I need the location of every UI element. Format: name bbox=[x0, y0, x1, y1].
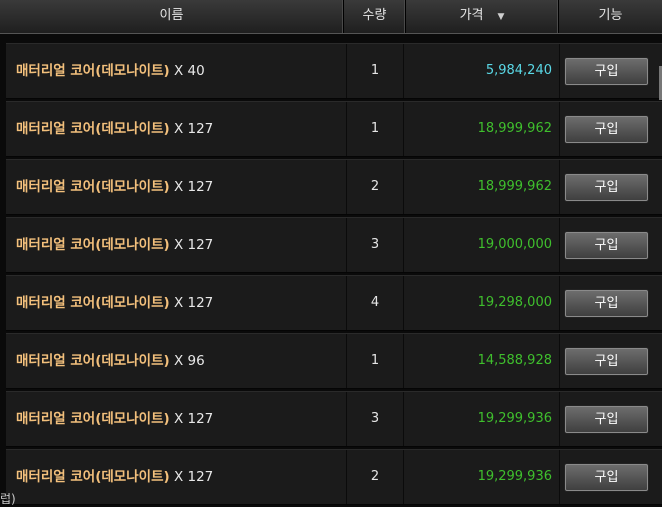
buy-button[interactable]: 구입 bbox=[565, 406, 648, 433]
buy-button[interactable]: 구입 bbox=[565, 232, 648, 259]
table-row[interactable]: 매터리얼 코어(데모나이트) X 40 1 5,984,240 구입 bbox=[6, 43, 662, 99]
column-header-quantity[interactable]: 수량 bbox=[344, 0, 406, 33]
item-name: 매터리얼 코어(데모나이트) bbox=[16, 237, 170, 253]
price-cell: 5,984,240 bbox=[485, 63, 552, 78]
quantity-cell: 3 bbox=[346, 218, 404, 272]
item-name: 매터리얼 코어(데모나이트) bbox=[16, 63, 170, 79]
table-row[interactable]: 매터리얼 코어(데모나이트) X 127 3 19,000,000 구입 bbox=[6, 217, 662, 273]
quantity-cell: 1 bbox=[346, 334, 404, 388]
buy-button[interactable]: 구입 bbox=[565, 290, 648, 317]
footer-text: 럽) bbox=[0, 492, 16, 506]
column-header-function: 기능 bbox=[598, 8, 623, 23]
price-cell: 18,999,962 bbox=[477, 121, 552, 136]
buy-button[interactable]: 구입 bbox=[565, 116, 648, 143]
quantity-cell: 4 bbox=[346, 276, 404, 330]
table-row[interactable]: 매터리얼 코어(데모나이트) X 96 1 14,588,928 구입 bbox=[6, 333, 662, 389]
table-header: 이름 수량 가격 ▼ 기능 bbox=[0, 0, 662, 34]
buy-button[interactable]: 구입 bbox=[565, 58, 648, 85]
price-cell: 19,000,000 bbox=[477, 237, 552, 252]
buy-button[interactable]: 구입 bbox=[565, 464, 648, 491]
quantity-cell: 1 bbox=[346, 44, 404, 98]
item-name: 매터리얼 코어(데모나이트) bbox=[16, 179, 170, 195]
function-cell: 구입 bbox=[559, 276, 662, 330]
table-row[interactable]: 매터리얼 코어(데모나이트) X 127 1 18,999,962 구입 bbox=[6, 101, 662, 157]
item-name: 매터리얼 코어(데모나이트) bbox=[16, 295, 170, 311]
item-count: X 127 bbox=[173, 237, 214, 253]
item-count: X 127 bbox=[173, 179, 214, 195]
item-name-cell: 매터리얼 코어(데모나이트) X 127 bbox=[6, 102, 344, 156]
quantity-cell: 1 bbox=[346, 102, 404, 156]
function-cell: 구입 bbox=[559, 392, 662, 446]
function-cell: 구입 bbox=[559, 160, 662, 214]
item-name: 매터리얼 코어(데모나이트) bbox=[16, 411, 170, 427]
function-cell: 구입 bbox=[559, 102, 662, 156]
quantity-cell: 2 bbox=[346, 160, 404, 214]
table-row[interactable]: 매터리얼 코어(데모나이트) X 127 3 19,299,936 구입 bbox=[6, 391, 662, 447]
price-cell: 19,298,000 bbox=[477, 295, 552, 310]
item-count: X 127 bbox=[173, 295, 214, 311]
price-cell: 14,588,928 bbox=[477, 353, 552, 368]
item-name: 매터리얼 코어(데모나이트) bbox=[16, 469, 170, 485]
price-cell: 19,299,936 bbox=[477, 469, 552, 484]
buy-button[interactable]: 구입 bbox=[565, 348, 648, 375]
column-header-price-label: 가격 bbox=[459, 8, 484, 23]
sort-descending-icon[interactable]: ▼ bbox=[498, 12, 505, 22]
function-cell: 구입 bbox=[559, 218, 662, 272]
table-row[interactable]: 매터리얼 코어(데모나이트) X 127 4 19,298,000 구입 bbox=[6, 275, 662, 331]
item-name: 매터리얼 코어(데모나이트) bbox=[16, 353, 170, 369]
column-header-price[interactable]: 가격 ▼ bbox=[406, 0, 559, 33]
item-name: 매터리얼 코어(데모나이트) bbox=[16, 121, 170, 137]
listing-table: 매터리얼 코어(데모나이트) X 40 1 5,984,240 구입 매터리얼 코어(데… bbox=[6, 43, 662, 507]
function-cell: 구입 bbox=[559, 334, 662, 388]
price-cell: 18,999,962 bbox=[477, 179, 552, 194]
item-name-cell: 매터리얼 코어(데모나이트) X 127 bbox=[6, 218, 344, 272]
item-count: X 127 bbox=[173, 469, 214, 485]
item-count: X 127 bbox=[173, 121, 214, 137]
item-name-cell: 매터리얼 코어(데모나이트) X 40 bbox=[6, 44, 344, 98]
quantity-cell: 3 bbox=[346, 392, 404, 446]
item-name-cell: 매터리얼 코어(데모나이트) X 127 bbox=[6, 160, 344, 214]
item-count: X 96 bbox=[173, 353, 205, 369]
price-cell: 19,299,936 bbox=[477, 411, 552, 426]
item-count: X 40 bbox=[173, 63, 205, 79]
item-count: X 127 bbox=[173, 411, 214, 427]
quantity-cell: 2 bbox=[346, 450, 404, 504]
item-name-cell: 매터리얼 코어(데모나이트) X 127 bbox=[6, 392, 344, 446]
column-header-name[interactable]: 이름 bbox=[0, 0, 344, 33]
buy-button[interactable]: 구입 bbox=[565, 174, 648, 201]
item-name-cell: 매터리얼 코어(데모나이트) X 127 bbox=[6, 450, 344, 504]
table-row[interactable]: 매터리얼 코어(데모나이트) X 127 2 18,999,962 구입 bbox=[6, 159, 662, 215]
function-cell: 구입 bbox=[559, 44, 662, 98]
item-name-cell: 매터리얼 코어(데모나이트) X 96 bbox=[6, 334, 344, 388]
item-name-cell: 매터리얼 코어(데모나이트) X 127 bbox=[6, 276, 344, 330]
function-cell: 구입 bbox=[559, 450, 662, 504]
table-row[interactable]: 매터리얼 코어(데모나이트) X 127 2 19,299,936 구입 bbox=[6, 449, 662, 505]
